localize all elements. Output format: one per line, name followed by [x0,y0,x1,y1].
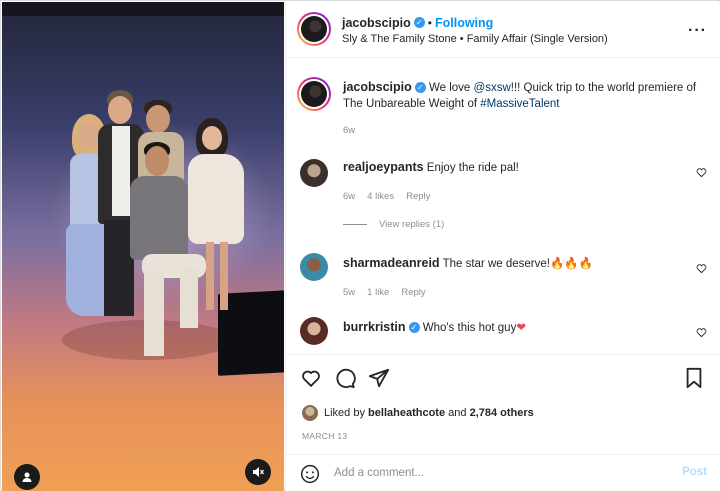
comment-like-heart-icon[interactable] [696,327,707,338]
post-header: jacobscipio ✓ • Following Sly & The Family … [286,2,720,58]
emoji-icon[interactable] [300,464,320,484]
commenter-username[interactable]: sharmadeanreid [343,256,440,270]
post-actions: Liked by bellaheathcote and 2,784 others… [286,354,720,454]
likes-summary: Liked by bellaheathcote and 2,784 others [302,405,534,421]
more-options-icon[interactable]: ··· [688,22,707,40]
audio-track-link[interactable]: Sly & The Family Stone • Family Affair (… [342,33,608,45]
caption-time: 6w [343,125,356,136]
tagged-users-button[interactable] [14,464,40,490]
commenter-avatar[interactable] [300,317,328,345]
caption-text: jacobscipio ✓ We love @sxsw!!! Quick trip… [343,79,703,112]
post-sidebar: jacobscipio ✓ • Following Sly & The Family … [285,2,720,491]
view-replies-button[interactable]: View replies (1) [343,219,444,230]
media-top-strip [2,2,284,16]
author-avatar[interactable] [297,12,331,46]
user-tag-icon [21,471,33,483]
liker-username[interactable]: bellaheathcote [368,407,445,419]
comment-body: The star we deserve!🔥🔥🔥 [442,258,593,270]
likes-conjunction: and [448,407,467,419]
post-modal: jacobscipio ✓ • Following Sly & The Family … [0,0,720,491]
caption-username[interactable]: jacobscipio [343,80,412,94]
audio-toggle-button[interactable] [245,459,271,485]
comment-time: 6w [343,191,356,202]
red-heart-emoji: ❤ [516,322,526,334]
comment-text: burrkristin ✓ Who's this hot guy❤ [343,319,526,336]
comment-body: Who's this hot guy [422,322,517,334]
post-date: MARCH 13 [302,431,348,441]
comments-section: jacobscipio ✓ We love @sxsw!!! Quick trip… [286,59,720,354]
reply-button[interactable]: Reply [401,287,425,298]
heart-icon[interactable] [300,367,322,389]
comment-like-heart-icon[interactable] [696,263,707,274]
verified-badge-icon: ✓ [408,322,420,334]
follow-status-button[interactable]: Following [435,16,493,30]
add-comment-bar: Post [286,454,720,491]
likes-prefix: Liked by [324,407,365,419]
commenter-username[interactable]: burrkristin [343,320,406,334]
likes-count[interactable]: 2,784 others [470,407,534,419]
caption-avatar[interactable] [297,77,331,111]
liker-avatar[interactable] [302,405,318,421]
commenter-username[interactable]: realjoeypants [343,160,424,174]
comment-text: realjoeypants Enjoy the ride pal! [343,159,519,176]
bookmark-icon[interactable] [684,367,704,389]
separator-dot: • [427,16,432,30]
comment-time: 5w [343,287,356,298]
post-comment-button[interactable]: Post [682,466,707,478]
comment-like-count[interactable]: 4 likes [367,191,394,202]
post-media[interactable] [2,2,284,491]
comment-text: sharmadeanreid The star we deserve!🔥🔥🔥 [343,255,593,272]
comment-meta: 6w 4 likes Reply [343,191,442,202]
author-username[interactable]: jacobscipio [342,16,411,30]
comment-like-count[interactable]: 1 like [367,287,389,298]
verified-badge-icon: ✓ [414,82,426,94]
commenter-avatar[interactable] [300,253,328,281]
comment-meta: 5w 1 like Reply [343,287,438,298]
verified-badge-icon: ✓ [413,17,425,29]
commenter-avatar[interactable] [300,159,328,187]
view-replies-label: View replies (1) [379,219,445,230]
comment-input[interactable] [334,464,654,482]
mention-link[interactable]: @sxsw [474,82,511,94]
hashtag-link[interactable]: #MassiveTalent [480,98,559,110]
share-icon[interactable] [368,367,390,389]
comment-icon[interactable] [334,367,356,389]
replies-divider-line [343,223,367,225]
audio-muted-icon [252,466,264,478]
comment-body: Enjoy the ride pal! [426,162,519,174]
caption-text-part: We love [428,82,474,94]
comment-like-heart-icon[interactable] [696,167,707,178]
reply-button[interactable]: Reply [406,191,430,202]
